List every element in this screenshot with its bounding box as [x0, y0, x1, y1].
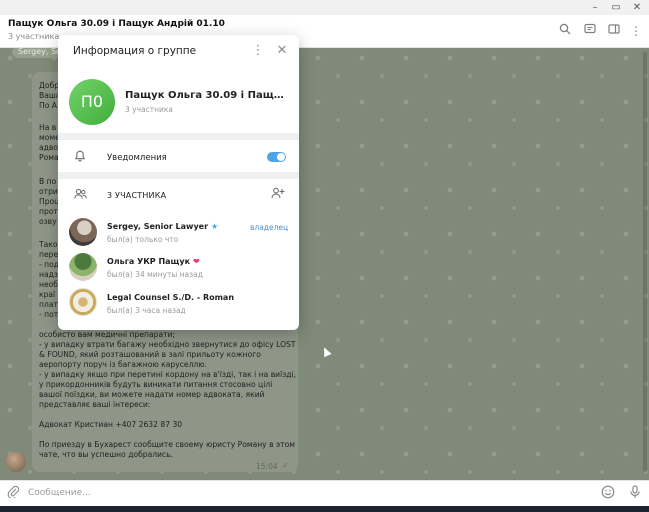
- message-fragment: необ: [39, 280, 58, 289]
- message-fragment: прот: [39, 207, 58, 216]
- message-fragment: Такоі: [39, 240, 60, 249]
- sidebar-icon[interactable]: [606, 23, 622, 39]
- message-fragment: отри: [39, 187, 58, 196]
- chat-member-count: 3 участника: [8, 32, 60, 41]
- channel-icon[interactable]: [582, 23, 598, 39]
- verified-star-icon: ★: [211, 222, 219, 231]
- avatar[interactable]: [69, 288, 97, 316]
- message-fragment: плат: [39, 300, 58, 309]
- message-fragment: По А: [39, 101, 57, 110]
- message-fragment: озву: [39, 217, 57, 226]
- more-icon[interactable]: ⋮: [251, 43, 265, 59]
- dialog-title: Информация о группе: [73, 45, 197, 57]
- message-fragment: пере: [39, 250, 59, 259]
- window-titlebar: – ▭ ✕: [0, 0, 649, 15]
- message-fragment: На в: [39, 123, 57, 132]
- search-icon[interactable]: [557, 23, 573, 39]
- more-icon[interactable]: ⋮: [628, 23, 644, 39]
- add-member-icon[interactable]: [270, 187, 286, 203]
- message-fragment: адво: [39, 143, 59, 152]
- owner-badge: владелец: [250, 223, 289, 232]
- group-info-dialog: Информация о группе ⋮ ✕ П0 Пащук Ольга 3…: [58, 35, 299, 330]
- message-fragment: надз: [39, 270, 58, 279]
- message-fragment: В по: [39, 177, 57, 186]
- heart-emoji-icon: ❤: [193, 257, 200, 266]
- message-line: Адвокат Кристиан +407 2632 87 30: [39, 420, 183, 429]
- attach-icon[interactable]: [4, 485, 22, 503]
- avatar[interactable]: [69, 218, 97, 246]
- message-line: особисто вам медичні препарати;: [39, 330, 176, 339]
- message-input[interactable]: Сообщение...: [28, 488, 91, 498]
- maximize-icon[interactable]: ▭: [606, 0, 626, 15]
- toggle-knob: [277, 153, 285, 161]
- message-fragment: моме: [39, 133, 60, 142]
- message-line: - у випадку якщо при перетині кордону на…: [39, 370, 297, 409]
- avatar[interactable]: [69, 253, 97, 281]
- close-icon[interactable]: ✕: [627, 0, 647, 15]
- avatar[interactable]: [6, 452, 26, 472]
- read-check-icon: ✓: [282, 461, 289, 470]
- group-avatar[interactable]: П0: [69, 79, 115, 125]
- member-status: был(а) 34 минуты назад: [107, 270, 203, 279]
- emoji-icon[interactable]: [599, 485, 617, 503]
- notifications-toggle[interactable]: [267, 152, 286, 162]
- members-header: 3 УЧАСТНИКА: [107, 191, 167, 200]
- message-line: По приезду в Бухарест сообщите своему юр…: [39, 440, 295, 459]
- message-fragment: - под: [39, 260, 60, 269]
- members-icon: [73, 188, 87, 202]
- member-name: Ольга УКР Пащук ❤: [107, 257, 200, 266]
- notifications-label: Уведомления: [107, 153, 167, 163]
- minimize-icon[interactable]: –: [585, 0, 605, 15]
- message-time: 15:04: [256, 462, 278, 471]
- message-fragment: Рома: [39, 153, 59, 162]
- group-name: Пащук Ольга 30.09 і Пащук Андрій 01.10: [125, 90, 289, 101]
- message-text: особисто вам медичні препарати; - у випа…: [39, 330, 297, 460]
- message-composer: Сообщение...: [0, 480, 649, 506]
- member-status: был(а) только что: [107, 235, 179, 244]
- microphone-icon[interactable]: [626, 485, 644, 503]
- message-fragment: Проц: [39, 197, 60, 206]
- group-member-count: 3 участника: [125, 105, 174, 114]
- divider: [58, 133, 299, 140]
- message-line: - у випадку втрати багажу необхідно звер…: [39, 340, 296, 369]
- member-name: Sergey, Senior Lawyer ★: [107, 222, 219, 231]
- chat-title[interactable]: Пащук Ольга 30.09 і Пащук Андрій 01.10: [8, 19, 225, 29]
- taskbar: [0, 506, 649, 512]
- member-status: был(а) 3 часа назад: [107, 306, 186, 315]
- message-fragment: Добр: [39, 81, 60, 90]
- divider: [58, 172, 299, 179]
- member-name: Legal Counsel S./D. - Roman: [107, 293, 235, 302]
- message-fragment: краї: [39, 290, 56, 299]
- chat-scrollbar[interactable]: [643, 52, 647, 472]
- bell-icon: [73, 150, 87, 164]
- close-icon[interactable]: ✕: [274, 43, 290, 59]
- message-fragment: - пот: [39, 310, 59, 319]
